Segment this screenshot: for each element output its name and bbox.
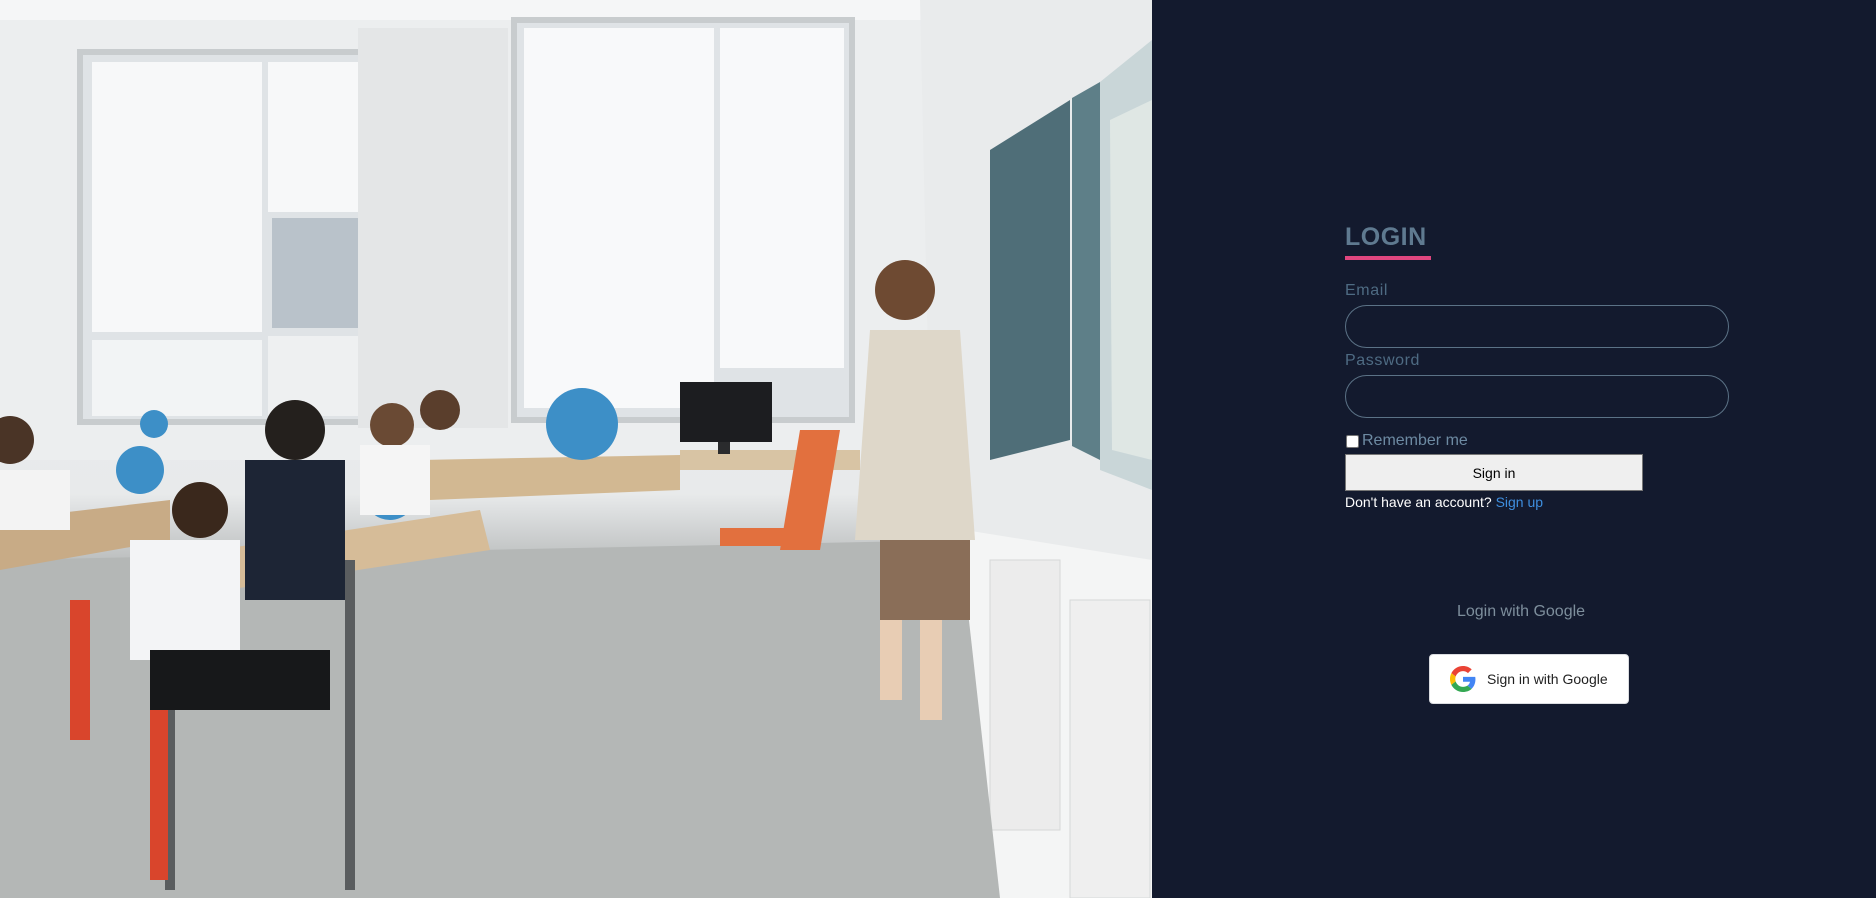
- remember-label: Remember me: [1362, 432, 1468, 449]
- google-g-icon: [1450, 666, 1476, 692]
- remember-checkbox[interactable]: [1346, 434, 1359, 448]
- email-label: Email: [1345, 282, 1389, 299]
- google-login-caption: Login with Google: [1456, 603, 1586, 620]
- classroom-photo: [0, 0, 1152, 898]
- email-field[interactable]: [1345, 305, 1729, 348]
- remember-row: Remember me: [1345, 431, 1745, 451]
- login-page: LOGIN Email Password Remember me Sign in…: [0, 0, 1876, 898]
- password-label: Password: [1345, 352, 1421, 369]
- login-title: LOGIN: [1345, 223, 1427, 251]
- login-panel: LOGIN Email Password Remember me Sign in…: [1152, 0, 1876, 898]
- sign-in-button[interactable]: Sign in: [1345, 454, 1643, 491]
- google-sign-in-label: Sign in with Google: [1487, 671, 1608, 687]
- signup-row: Don't have an account? Sign up: [1345, 494, 1745, 510]
- title-underline: [1345, 256, 1431, 260]
- google-sign-in-button[interactable]: Sign in with Google: [1429, 654, 1629, 704]
- sign-up-link[interactable]: Sign up: [1496, 494, 1543, 510]
- login-form: LOGIN Email Password Remember me Sign in…: [1345, 220, 1745, 510]
- no-account-text: Don't have an account?: [1345, 494, 1492, 510]
- password-field[interactable]: [1345, 375, 1729, 418]
